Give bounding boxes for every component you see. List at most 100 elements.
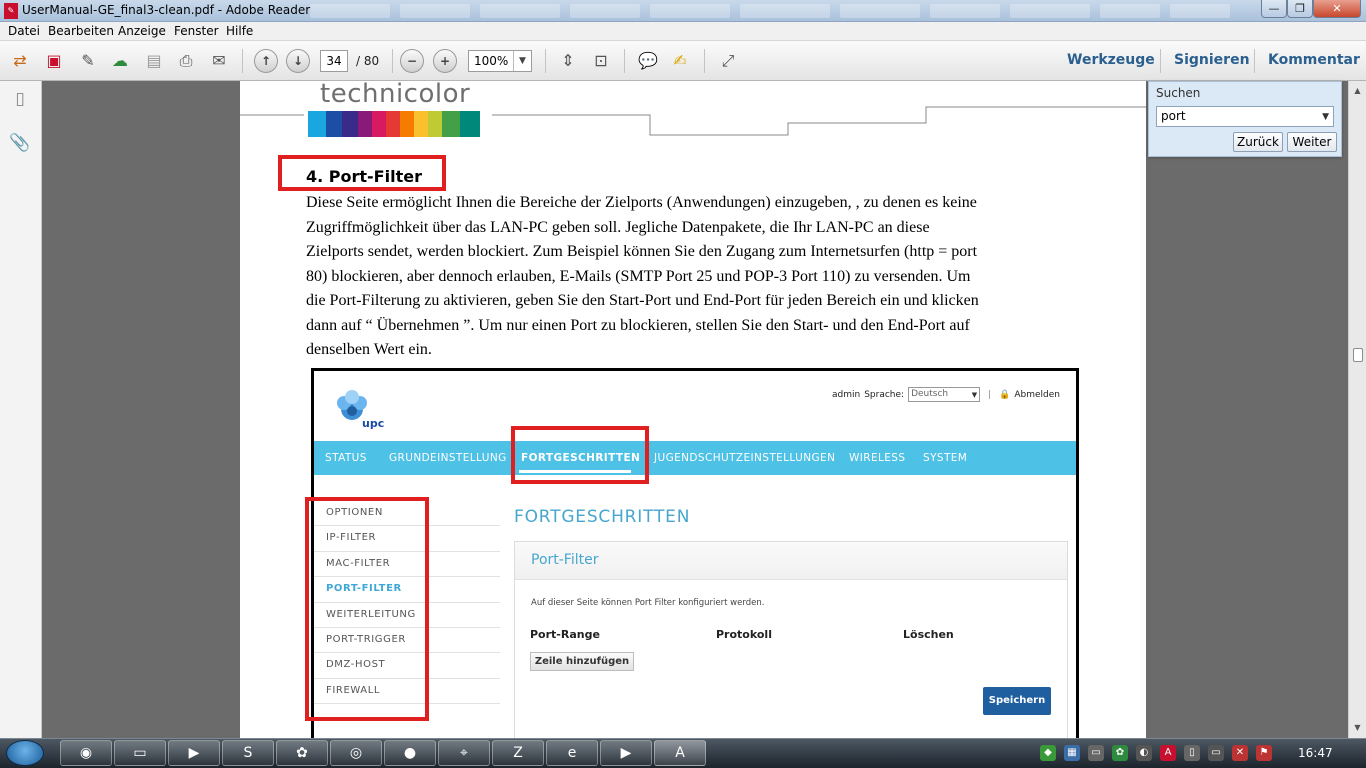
page-number-input[interactable]: 34 <box>320 50 348 72</box>
router-top-bar: admin Sprache: Deutsch | 🔒 Abmelden <box>832 387 1060 402</box>
comment-icon[interactable]: 💬 <box>636 49 660 73</box>
internet-explorer-icon[interactable]: e <box>546 740 598 766</box>
toolbar-separator <box>545 49 546 73</box>
document-viewport: technicolor 4. Port-Filter Diese Seite e… <box>42 81 1348 738</box>
menu-hilfe[interactable]: Hilfe <box>226 24 253 38</box>
nav-wireless[interactable]: WIRELESS <box>849 452 905 464</box>
technicolor-logo-stripes <box>308 111 480 137</box>
language-select[interactable]: Deutsch <box>908 387 981 402</box>
zoom-in-icon[interactable]: + <box>433 49 457 73</box>
toolbar-separator <box>704 49 705 73</box>
toolbar-separator <box>1160 49 1161 73</box>
edit-document-icon[interactable]: ✎ <box>76 49 100 73</box>
logout-link[interactable]: Abmelden <box>1014 390 1060 400</box>
toolbar-separator <box>1254 49 1255 73</box>
toolbar-separator <box>392 49 393 73</box>
zoom-out-icon[interactable]: − <box>400 49 424 73</box>
icq-icon[interactable]: ✿ <box>276 740 328 766</box>
pages-thumbnail-icon[interactable]: ▯ <box>9 89 31 111</box>
antivirus-tray-icon[interactable]: A <box>1160 745 1176 761</box>
app-tray-icon[interactable]: ✿ <box>1112 745 1128 761</box>
vertical-scrollbar[interactable]: ▲ ▼ <box>1348 81 1366 738</box>
fullscreen-icon[interactable]: ⤢ <box>716 49 740 73</box>
menu-fenster[interactable]: Fenster <box>174 24 219 38</box>
paragraph-line: die Port-Filterung zu aktivieren, geben … <box>306 292 979 309</box>
scroll-up-icon[interactable]: ▲ <box>1349 83 1366 99</box>
background-window-tab <box>480 4 560 18</box>
fit-width-icon[interactable]: ⊡ <box>589 49 613 73</box>
paragraph-line: Zielports sendet, werden blockiert. Zum … <box>306 243 978 260</box>
minimize-button[interactable]: — <box>1261 0 1287 18</box>
close-button[interactable]: ✕ <box>1313 0 1361 18</box>
chrome-icon[interactable]: ◉ <box>60 740 112 766</box>
previous-page-icon[interactable]: ↑ <box>254 49 278 73</box>
technicolor-logo-text: technicolor <box>320 81 471 109</box>
comment-link[interactable]: Kommentar <box>1268 52 1360 68</box>
tools-link[interactable]: Werkzeuge <box>1067 52 1155 68</box>
drive-tray-icon[interactable]: ▭ <box>1088 745 1104 761</box>
adobe-reader-icon[interactable]: A <box>654 740 706 766</box>
media-player-icon[interactable]: ▶ <box>168 740 220 766</box>
network-tray-icon[interactable]: ▦ <box>1064 745 1080 761</box>
paragraph-line: denselben Wert ein. <box>306 341 432 358</box>
lock-icon: 🔒 <box>999 389 1011 400</box>
window-titlebar: ✎ UserManual-GE_final3-clean.pdf - Adobe… <box>0 0 1366 22</box>
next-page-icon[interactable]: ↓ <box>286 49 310 73</box>
taskbar-clock[interactable]: 16:47 <box>1298 746 1333 760</box>
app-tray-icon[interactable]: ◐ <box>1136 745 1152 761</box>
explorer-folder-icon[interactable]: ▭ <box>114 740 166 766</box>
flag-tray-icon[interactable]: ⚑ <box>1256 745 1272 761</box>
scrollbar-thumb[interactable] <box>1353 348 1363 362</box>
background-window-tab <box>930 4 1000 18</box>
highlight-box-nav <box>511 426 649 484</box>
column-loeschen: Löschen <box>903 628 954 641</box>
create-pdf-icon[interactable]: ⇄ <box>8 49 32 73</box>
pdf-app-icon: ✎ <box>4 3 18 19</box>
search-next-button[interactable]: Weiter <box>1287 132 1337 152</box>
background-window-tab <box>650 4 730 18</box>
maximize-button[interactable]: ❐ <box>1287 0 1313 18</box>
add-row-button[interactable]: Zeile hinzufügen <box>530 652 634 671</box>
video-app-icon[interactable]: ▶ <box>600 740 652 766</box>
nav-status[interactable]: STATUS <box>325 452 367 464</box>
origin-icon[interactable]: ● <box>384 740 436 766</box>
fit-page-icon[interactable]: ⇕ <box>556 49 580 73</box>
sign-link[interactable]: Signieren <box>1174 52 1250 68</box>
menu-anzeige[interactable]: Anzeige <box>118 24 166 38</box>
toolbar: ⇄ ▣ ✎ ☁ ▤ ⎙ ✉ ↑ ↓ 34 / 80 − + 100% ▼ ⇕ ⊡… <box>0 41 1366 81</box>
highlight-icon[interactable]: ✍ <box>668 49 692 73</box>
save-icon[interactable]: ▤ <box>142 49 166 73</box>
panel-title: Port-Filter <box>531 552 599 568</box>
toolbar-separator <box>624 49 625 73</box>
nav-grundeinstellung[interactable]: GRUNDEINSTELLUNG <box>389 452 507 464</box>
network-tool-icon[interactable]: ⌖ <box>438 740 490 766</box>
navigation-panel: ▯ 📎 <box>0 81 42 738</box>
nav-system[interactable]: SYSTEM <box>923 452 967 464</box>
upload-cloud-icon[interactable]: ☁ <box>108 49 132 73</box>
attachment-icon[interactable]: 📎 <box>9 133 31 155</box>
paragraph-line: Zugriffmöglichkeit über das LAN-PC geben… <box>306 218 930 236</box>
search-input[interactable]: port <box>1156 106 1334 127</box>
filezilla-icon[interactable]: Z <box>492 740 544 766</box>
menu-datei[interactable]: Datei <box>8 24 40 38</box>
skype-icon[interactable]: S <box>222 740 274 766</box>
nvidia-tray-icon[interactable]: ◆ <box>1040 745 1056 761</box>
nav-jugendschutz[interactable]: JUGENDSCHUTZEINSTELLUNGEN <box>654 452 835 464</box>
volume-muted-tray-icon[interactable]: ✕ <box>1232 745 1248 761</box>
zoom-select[interactable]: 100% ▼ <box>468 50 532 72</box>
print-icon[interactable]: ⎙ <box>174 49 198 73</box>
monitor-tray-icon[interactable]: ▭ <box>1208 745 1224 761</box>
steam-icon[interactable]: ◎ <box>330 740 382 766</box>
combine-files-icon[interactable]: ▣ <box>42 49 66 73</box>
search-back-button[interactable]: Zurück <box>1233 132 1283 152</box>
highlight-box-sidenav <box>305 497 429 721</box>
menu-bearbeiten[interactable]: Bearbeiten <box>48 24 114 38</box>
scroll-down-icon[interactable]: ▼ <box>1349 720 1366 736</box>
email-icon[interactable]: ✉ <box>207 49 231 73</box>
save-button[interactable]: Speichern <box>983 687 1051 715</box>
device-tray-icon[interactable]: ▯ <box>1184 745 1200 761</box>
column-port-range: Port-Range <box>530 628 600 641</box>
chevron-down-icon[interactable]: ▼ <box>513 51 531 71</box>
start-button[interactable] <box>6 740 44 766</box>
search-panel: Suchen port Zurück Weiter <box>1148 81 1342 157</box>
